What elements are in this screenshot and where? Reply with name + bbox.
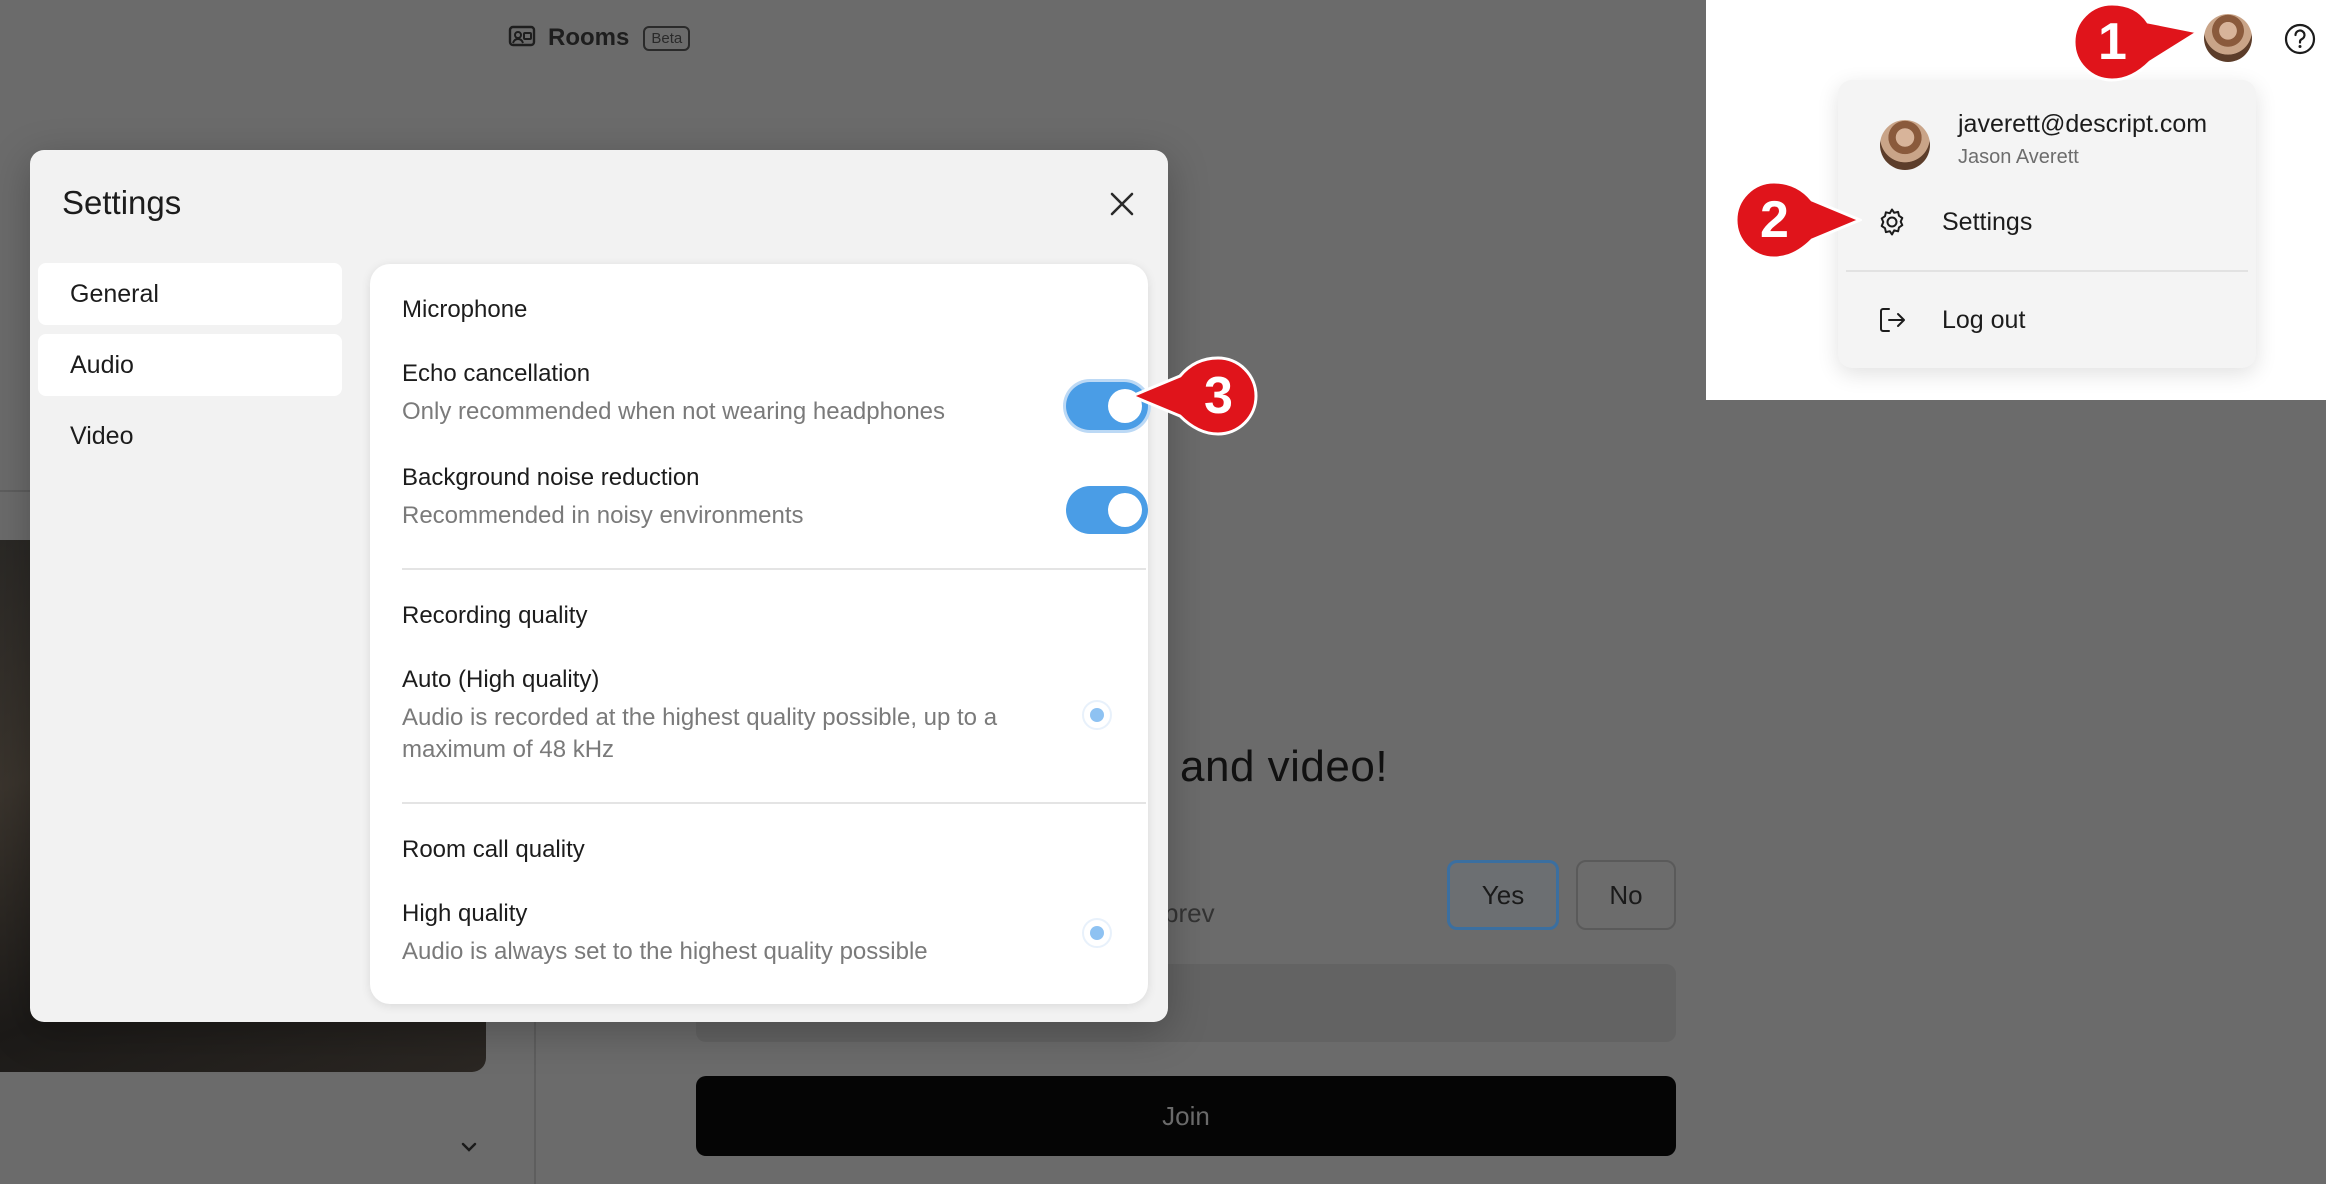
nav-item-video[interactable]: Video bbox=[38, 405, 342, 467]
rooms-label: Rooms bbox=[548, 24, 630, 51]
close-icon[interactable] bbox=[1106, 188, 1138, 220]
account-menu: javerett@descript.com Jason Averett Sett… bbox=[1838, 80, 2256, 368]
menu-item-logout[interactable]: Log out bbox=[1838, 292, 2256, 348]
prev-text: prev bbox=[1164, 898, 1215, 928]
room-call-quality-heading: Room call quality bbox=[402, 836, 585, 863]
audio-settings-panel: Microphone Echo cancellation Only recomm… bbox=[370, 264, 1148, 1004]
account-name: Jason Averett bbox=[1958, 146, 2079, 168]
avatar[interactable] bbox=[2204, 14, 2252, 62]
account-email: javerett@descript.com bbox=[1958, 110, 2208, 138]
noise-reduction-desc: Recommended in noisy environments bbox=[402, 502, 804, 529]
callout-3: 3 bbox=[1130, 356, 1258, 436]
toggle-knob bbox=[1108, 493, 1142, 527]
beta-badge: Beta bbox=[643, 25, 691, 51]
help-icon[interactable] bbox=[2283, 22, 2317, 56]
callout-marker-icon bbox=[1130, 356, 1258, 436]
microphone-heading: Microphone bbox=[402, 296, 528, 323]
menu-avatar bbox=[1880, 120, 1930, 170]
nav-item-audio[interactable]: Audio bbox=[38, 334, 342, 396]
join-button[interactable]: Join bbox=[696, 1076, 1676, 1156]
gear-icon bbox=[1880, 208, 1904, 236]
callout-marker-icon bbox=[2072, 2, 2200, 82]
room-call-quality-desc: Audio is always set to the highest quali… bbox=[402, 938, 928, 965]
menu-item-settings[interactable]: Settings bbox=[1838, 194, 2256, 250]
menu-item-label: Settings bbox=[1942, 208, 2033, 236]
noise-reduction-label: Background noise reduction bbox=[402, 464, 700, 491]
recording-quality-radio[interactable] bbox=[1082, 700, 1112, 730]
callout-number: 1 bbox=[2098, 13, 2127, 71]
radio-dot bbox=[1090, 708, 1104, 722]
room-call-quality-option-label: High quality bbox=[402, 900, 528, 927]
settings-dialog: Settings General Audio Video Microphone … bbox=[30, 150, 1168, 1022]
echo-cancellation-label: Echo cancellation bbox=[402, 360, 591, 387]
dialog-title: Settings bbox=[62, 184, 182, 221]
rooms-header: Rooms Beta bbox=[508, 22, 691, 54]
menu-item-label: Log out bbox=[1942, 306, 2026, 334]
callout-2: 2 bbox=[1734, 180, 1862, 260]
recording-quality-heading: Recording quality bbox=[402, 602, 588, 629]
radio-dot bbox=[1090, 926, 1104, 940]
callout-number: 3 bbox=[1204, 367, 1233, 425]
room-call-quality-radio[interactable] bbox=[1082, 918, 1112, 948]
section-divider bbox=[402, 802, 1146, 804]
section-divider bbox=[402, 568, 1146, 570]
callout-1: 1 bbox=[2072, 2, 2200, 82]
menu-divider bbox=[1846, 270, 2248, 272]
callout-number: 2 bbox=[1760, 191, 1789, 249]
no-button[interactable]: No bbox=[1576, 860, 1676, 930]
rooms-icon bbox=[508, 25, 536, 47]
echo-cancellation-desc: Only recommended when not wearing headph… bbox=[402, 398, 946, 425]
recording-quality-desc-line1: Audio is recorded at the highest quality… bbox=[402, 704, 998, 731]
chevron-down-icon[interactable] bbox=[458, 1136, 480, 1158]
logout-icon bbox=[1880, 308, 1905, 332]
callout-marker-icon bbox=[1734, 180, 1862, 260]
welcome-heading: and video! bbox=[1180, 742, 1389, 791]
noise-reduction-toggle[interactable] bbox=[1066, 486, 1148, 534]
nav-item-general[interactable]: General bbox=[38, 263, 342, 325]
recording-quality-desc-line2: maximum of 48 kHz bbox=[402, 736, 615, 763]
yes-button[interactable]: Yes bbox=[1447, 860, 1559, 930]
recording-quality-option-label: Auto (High quality) bbox=[402, 666, 600, 693]
